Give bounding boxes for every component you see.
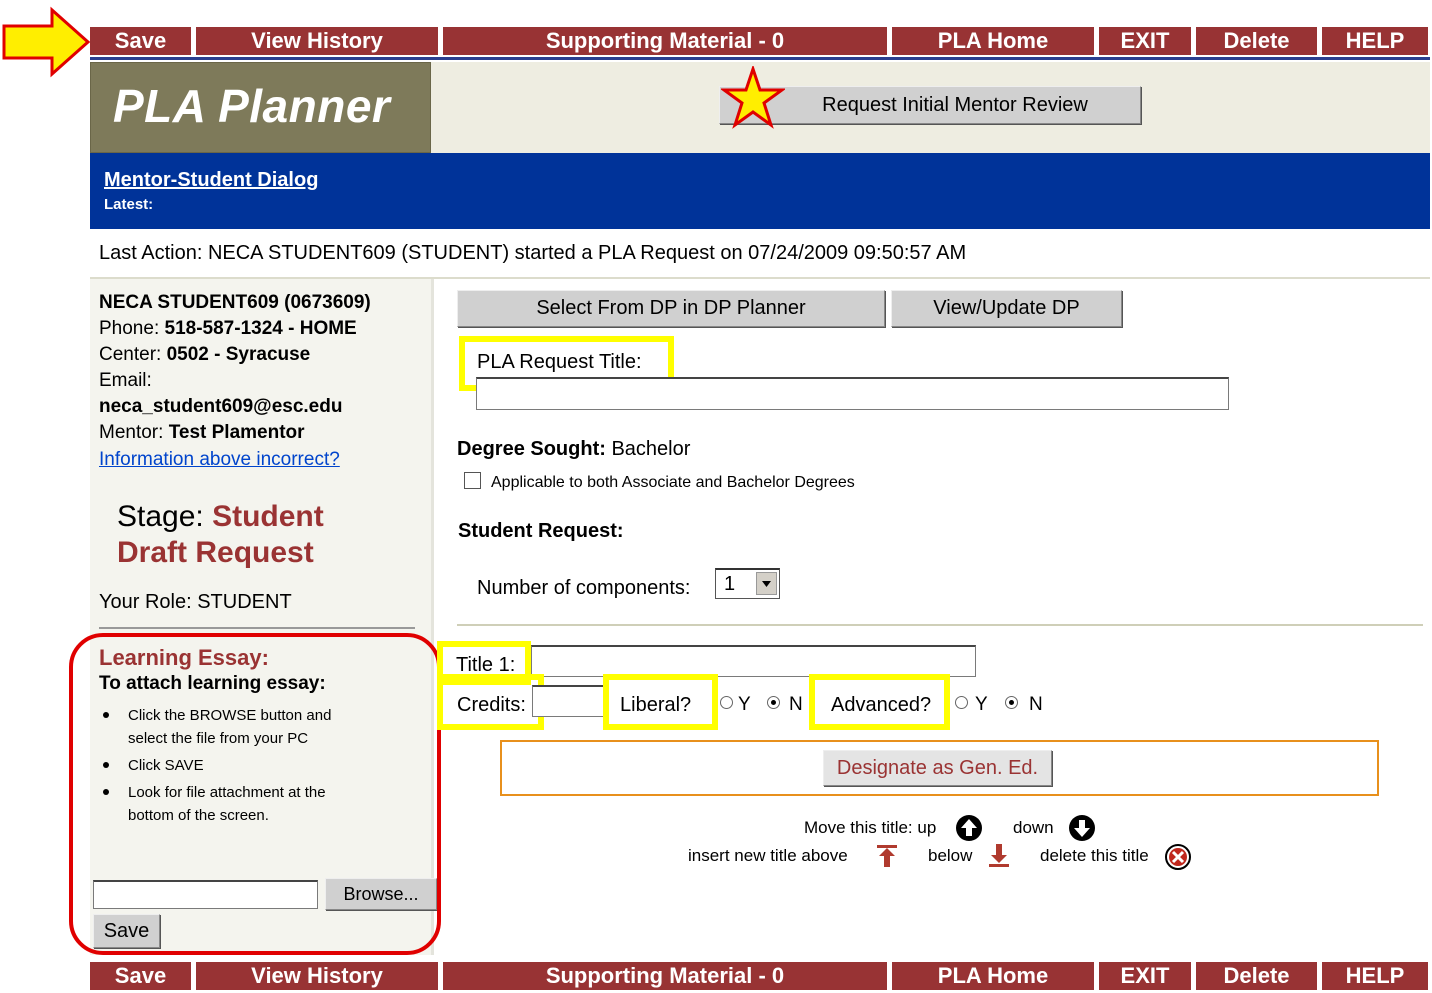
components-value: 1	[724, 573, 736, 595]
annotation-arrow-icon	[2, 6, 91, 78]
nav-underline	[90, 57, 1430, 60]
degree-row: Degree Sought: Bachelor	[457, 438, 690, 461]
mentor-student-dialog-bar: Mentor-Student Dialog Latest:	[90, 153, 1430, 229]
center-label: Center:	[99, 344, 162, 365]
stage-value-student: Student	[212, 500, 324, 533]
nav-delete-button[interactable]: Delete	[1196, 962, 1317, 990]
delete-title-icon[interactable]	[1164, 843, 1192, 871]
role-text: Your Role: STUDENT	[99, 591, 292, 613]
center-row: Center: 0502 - Syracuse	[99, 344, 310, 366]
phone-row: Phone: 518-587-1324 - HOME	[99, 318, 357, 340]
components-label: Number of components:	[477, 577, 691, 599]
arrow-down-icon[interactable]	[1068, 814, 1096, 842]
advanced-yes-label: Y	[975, 694, 988, 715]
request-title-label: PLA Request Title:	[477, 351, 642, 373]
nav-exit-button[interactable]: EXIT	[1099, 27, 1191, 55]
nav-save-button[interactable]: Save	[90, 27, 191, 55]
insert-above-label: insert new title above	[688, 846, 848, 865]
nav-supporting-material-button[interactable]: Supporting Material - 0	[443, 962, 887, 990]
delete-title-label: delete this title	[1040, 846, 1149, 865]
pla-planner-logo: PLA Planner	[90, 62, 431, 153]
stage-row-1: Stage: Student	[117, 500, 324, 534]
chevron-down-icon[interactable]	[756, 572, 777, 595]
annotation-red-outline	[69, 633, 441, 955]
advanced-label: Advanced?	[831, 694, 932, 716]
credits-label: Credits:	[457, 694, 526, 716]
applicable-checkbox[interactable]	[464, 472, 481, 489]
liberal-yes-label: Y	[738, 694, 751, 715]
designate-gen-ed-button[interactable]: Designate as Gen. Ed.	[823, 750, 1052, 786]
latest-label: Latest:	[104, 196, 154, 213]
phone-label: Phone:	[99, 318, 160, 339]
nav-help-button[interactable]: HELP	[1322, 27, 1428, 55]
mentor-label: Mentor:	[99, 422, 164, 443]
advanced-no-radio[interactable]	[1005, 696, 1018, 709]
stage-value-draft: Draft Request	[117, 536, 314, 569]
nav-view-history-button[interactable]: View History	[196, 27, 438, 55]
down-label: down	[1013, 818, 1054, 837]
center-value: 0502 - Syracuse	[166, 344, 311, 365]
student-request-label: Student Request:	[458, 520, 624, 542]
mentor-value: Test Plamentor	[168, 422, 305, 443]
email-value: neca_student609@esc.edu	[99, 396, 343, 417]
header-toolbar: Request Initial Mentor Review	[431, 62, 1430, 153]
student-name: NECA STUDENT609 (0673609)	[99, 292, 371, 313]
advanced-yes-radio[interactable]	[955, 696, 968, 709]
mentor-row: Mentor: Test Plamentor	[99, 422, 305, 444]
last-action-row: Last Action: NECA STUDENT609 (STUDENT) s…	[90, 229, 1430, 279]
mentor-student-dialog-link[interactable]: Mentor-Student Dialog	[104, 169, 318, 192]
stage-label: Stage:	[117, 500, 204, 533]
information-incorrect-link[interactable]: Information above incorrect?	[99, 449, 340, 471]
bottom-nav-bar: Save View History Supporting Material - …	[90, 962, 1430, 990]
nav-pla-home-button[interactable]: PLA Home	[892, 962, 1094, 990]
degree-value: Bachelor	[611, 438, 691, 460]
move-title-label: Move this title: up	[804, 818, 937, 837]
arrow-up-icon[interactable]	[955, 814, 983, 842]
credits-input[interactable]	[532, 685, 607, 717]
last-action-text: Last Action: NECA STUDENT609 (STUDENT) s…	[99, 242, 967, 264]
pla-request-title-input[interactable]	[476, 377, 1229, 410]
liberal-no-radio[interactable]	[767, 696, 780, 709]
below-label: below	[928, 846, 973, 865]
nav-save-button[interactable]: Save	[90, 962, 191, 990]
nav-supporting-material-button[interactable]: Supporting Material - 0	[443, 27, 887, 55]
advanced-no-label: N	[1029, 694, 1043, 715]
phone-value: 518-587-1324 - HOME	[164, 318, 357, 339]
insert-above-icon[interactable]	[876, 843, 898, 869]
insert-below-icon[interactable]	[988, 843, 1010, 869]
liberal-yes-radio[interactable]	[720, 696, 733, 709]
select-from-dp-button[interactable]: Select From DP in DP Planner	[457, 290, 885, 327]
view-update-dp-button[interactable]: View/Update DP	[891, 290, 1122, 327]
title-1-input[interactable]	[531, 645, 976, 677]
degree-label: Degree Sought:	[457, 438, 606, 460]
nav-exit-button[interactable]: EXIT	[1099, 962, 1191, 990]
left-divider-line	[99, 627, 415, 629]
applicable-label: Applicable to both Associate and Bachelo…	[491, 474, 855, 491]
section-divider	[457, 624, 1423, 626]
nav-view-history-button[interactable]: View History	[196, 962, 438, 990]
liberal-label: Liberal?	[620, 694, 692, 716]
components-select[interactable]: 1	[715, 568, 780, 599]
nav-delete-button[interactable]: Delete	[1196, 27, 1317, 55]
top-nav-bar: Save View History Supporting Material - …	[90, 27, 1430, 55]
liberal-no-label: N	[789, 694, 803, 715]
nav-pla-home-button[interactable]: PLA Home	[892, 27, 1094, 55]
email-label: Email:	[99, 370, 152, 391]
annotation-star-icon	[721, 66, 785, 129]
logo-text: PLA Planner	[113, 80, 391, 132]
nav-help-button[interactable]: HELP	[1322, 962, 1428, 990]
